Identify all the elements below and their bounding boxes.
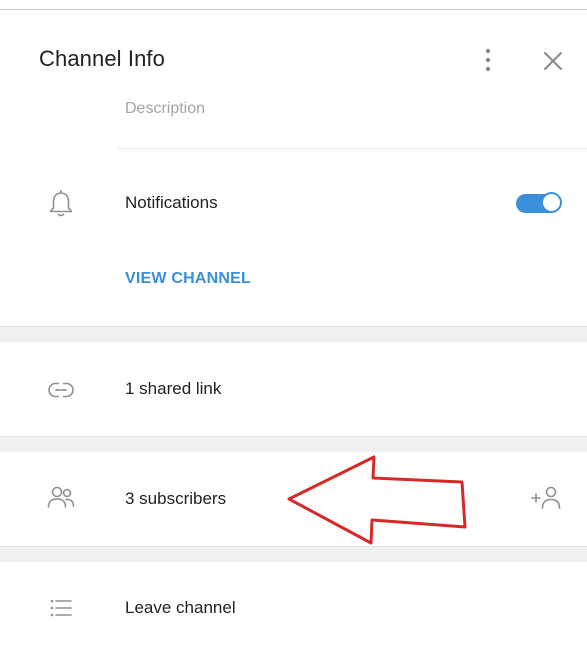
leave-channel-row[interactable]: Leave channel bbox=[0, 576, 587, 642]
description-divider bbox=[118, 148, 587, 149]
more-vertical-icon bbox=[485, 48, 491, 72]
panel-header: Channel Info bbox=[0, 10, 587, 104]
users-icon bbox=[42, 479, 80, 517]
section-separator bbox=[0, 326, 587, 342]
view-channel-link[interactable]: VIEW CHANNEL bbox=[125, 270, 251, 288]
list-icon bbox=[42, 589, 80, 627]
toggle-knob bbox=[541, 192, 562, 213]
section-separator bbox=[0, 546, 587, 562]
panel-top-edge bbox=[0, 0, 587, 10]
red-arrow-icon bbox=[282, 452, 472, 548]
notifications-row[interactable]: Notifications bbox=[0, 176, 587, 232]
link-icon bbox=[42, 371, 80, 409]
description-placeholder: Description bbox=[125, 100, 206, 117]
page-title: Channel Info bbox=[39, 46, 165, 71]
notifications-label: Notifications bbox=[125, 193, 218, 212]
section-separator bbox=[0, 436, 587, 452]
add-user-icon bbox=[531, 486, 561, 509]
shared-links-row[interactable]: 1 shared link bbox=[0, 355, 587, 425]
shared-links-label: 1 shared link bbox=[125, 379, 222, 398]
description-row: Description bbox=[0, 96, 587, 156]
more-options-button[interactable] bbox=[474, 45, 502, 75]
subscribers-label: 3 subscribers bbox=[125, 489, 227, 508]
notifications-toggle[interactable] bbox=[516, 192, 562, 214]
leave-channel-label: Leave channel bbox=[125, 598, 236, 617]
bell-icon bbox=[42, 185, 80, 223]
channel-info-panel: Channel Info Description Notifications V… bbox=[0, 0, 587, 654]
close-button[interactable] bbox=[538, 46, 568, 76]
add-subscriber-button[interactable] bbox=[528, 482, 568, 518]
close-icon bbox=[544, 52, 562, 70]
